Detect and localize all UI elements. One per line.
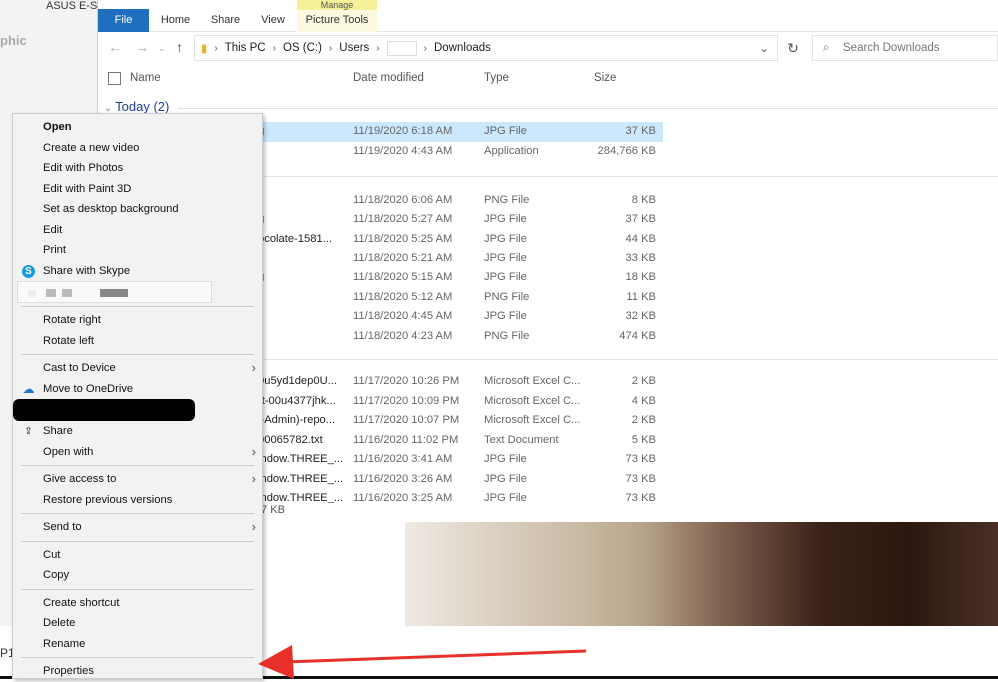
manage-context-tab[interactable]: Manage	[297, 0, 377, 10]
annotation-arrow	[258, 645, 587, 679]
arrow-shaft	[284, 649, 587, 664]
arrow-head	[258, 645, 294, 679]
